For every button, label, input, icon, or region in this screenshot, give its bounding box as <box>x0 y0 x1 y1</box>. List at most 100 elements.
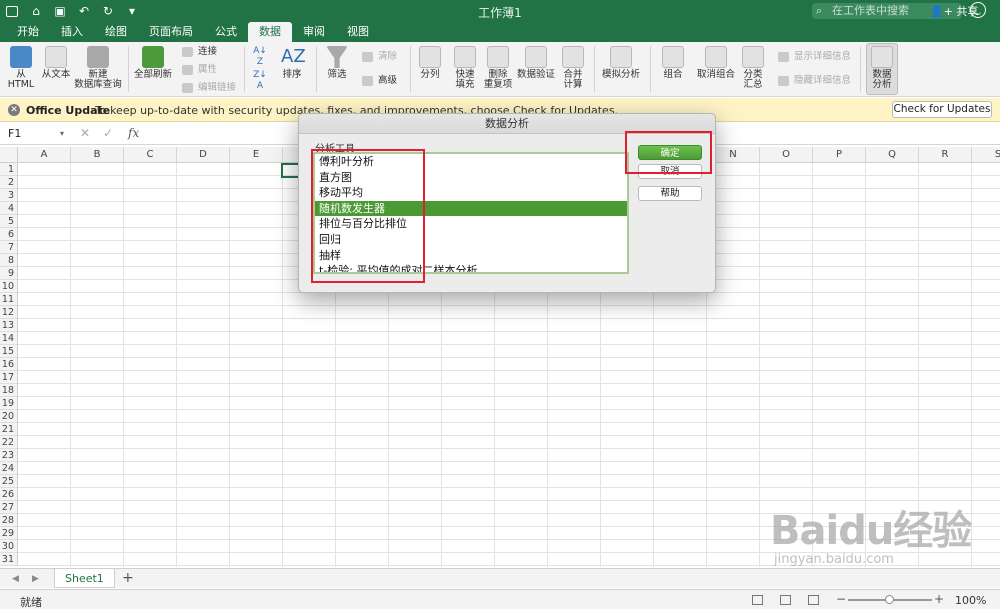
row-header[interactable]: 4 <box>0 202 17 215</box>
tab-insert[interactable]: 插入 <box>50 22 94 42</box>
filter-label: 筛选 <box>327 69 347 80</box>
row-header[interactable]: 10 <box>0 280 17 293</box>
confirm-check-icon[interactable]: ✓ <box>103 126 113 140</box>
tab-data[interactable]: 数据 <box>248 22 292 42</box>
help-button[interactable]: 帮助 <box>638 186 702 201</box>
what-if-analysis-button[interactable]: 模拟分析 <box>600 44 642 80</box>
row-header[interactable]: 2 <box>0 176 17 189</box>
zoom-in-icon[interactable]: + <box>934 592 944 606</box>
row-header[interactable]: 21 <box>0 423 17 436</box>
column-header[interactable]: P <box>813 147 866 163</box>
row-header[interactable]: 28 <box>0 514 17 527</box>
column-header[interactable]: R <box>919 147 972 163</box>
subtotal-button[interactable]: 分类 汇总 <box>740 44 766 90</box>
from-html-button[interactable]: 从 HTML <box>6 44 36 90</box>
row-header[interactable]: 16 <box>0 358 17 371</box>
sort-ascending-button[interactable]: A↓ Z <box>250 46 270 68</box>
sort-button[interactable]: AZ 排序 <box>278 44 306 80</box>
show-detail-button[interactable]: 显示详细信息 <box>778 50 851 64</box>
column-header[interactable]: B <box>71 147 124 163</box>
page-layout-view-icon[interactable] <box>780 595 791 605</box>
row-header[interactable]: 27 <box>0 501 17 514</box>
tab-home[interactable]: 开始 <box>6 22 50 42</box>
name-box[interactable]: F1 ▾ <box>4 126 64 142</box>
row-header[interactable]: 1 <box>0 163 17 176</box>
sheet-tab-sheet1[interactable]: Sheet1 <box>54 569 115 588</box>
watermark: Baidu经验 jingyan.baidu.com <box>770 498 972 567</box>
row-header[interactable]: 31 <box>0 553 17 566</box>
row-header[interactable]: 15 <box>0 345 17 358</box>
row-header[interactable]: 30 <box>0 540 17 553</box>
row-header[interactable]: 25 <box>0 475 17 488</box>
tab-draw[interactable]: 绘图 <box>94 22 138 42</box>
filter-button[interactable]: 筛选 <box>322 44 352 80</box>
row-header[interactable]: 7 <box>0 241 17 254</box>
add-sheet-button[interactable]: + <box>122 570 134 586</box>
zoom-slider-handle[interactable] <box>885 595 894 604</box>
row-header[interactable]: 19 <box>0 397 17 410</box>
row-header[interactable]: 24 <box>0 462 17 475</box>
row-header[interactable]: 14 <box>0 332 17 345</box>
insert-function-icon[interactable]: fx <box>128 126 139 140</box>
page-break-view-icon[interactable] <box>808 595 819 605</box>
refresh-all-button[interactable]: 全部刷新 <box>132 44 174 80</box>
tab-review[interactable]: 审阅 <box>292 22 336 42</box>
sort-descending-button[interactable]: Z↓ A <box>250 70 270 92</box>
data-analysis-button[interactable]: 数据 分析 <box>866 43 898 95</box>
data-validation-button[interactable]: 数据验证 <box>516 44 556 80</box>
column-header[interactable]: C <box>124 147 177 163</box>
column-header[interactable]: S <box>972 147 1000 163</box>
advanced-filter-button[interactable]: 高级 <box>362 74 397 88</box>
row-header[interactable]: 6 <box>0 228 17 241</box>
clear-filter-button[interactable]: 清除 <box>362 50 397 64</box>
column-header[interactable]: Q <box>866 147 919 163</box>
consolidate-button[interactable]: 合并 计算 <box>560 44 586 90</box>
row-header[interactable]: 18 <box>0 384 17 397</box>
row-header[interactable]: 20 <box>0 410 17 423</box>
row-header[interactable]: 29 <box>0 527 17 540</box>
column-header[interactable]: D <box>177 147 230 163</box>
row-header[interactable]: 13 <box>0 319 17 332</box>
normal-view-icon[interactable] <box>752 595 763 605</box>
ungroup-button[interactable]: 取消组合 <box>694 44 738 80</box>
zoom-level[interactable]: 100% <box>955 594 986 607</box>
row-header[interactable]: 8 <box>0 254 17 267</box>
hide-detail-button[interactable]: 隐藏详细信息 <box>778 74 851 88</box>
new-database-query-button[interactable]: 新建 数据库查询 <box>74 44 122 90</box>
edit-links-button[interactable]: 编辑链接 <box>182 81 236 95</box>
check-for-updates-button[interactable]: Check for Updates <box>892 101 992 118</box>
remove-duplicates-button[interactable]: 删除 重复项 <box>482 44 514 90</box>
tab-page-layout[interactable]: 页面布局 <box>138 22 204 42</box>
next-sheet-icon[interactable]: ▶ <box>32 574 39 584</box>
text-to-columns-button[interactable]: 分列 <box>416 44 444 80</box>
previous-sheet-icon[interactable]: ◀ <box>12 574 19 584</box>
group-button[interactable]: 组合 <box>658 44 688 80</box>
cancel-x-icon[interactable]: ✕ <box>80 126 90 140</box>
column-header[interactable]: O <box>760 147 813 163</box>
tab-formulas[interactable]: 公式 <box>204 22 248 42</box>
globe-icon <box>10 46 32 68</box>
row-header[interactable]: 3 <box>0 189 17 202</box>
row-header[interactable]: 5 <box>0 215 17 228</box>
row-header[interactable]: 12 <box>0 306 17 319</box>
row-header[interactable]: 9 <box>0 267 17 280</box>
select-all-corner[interactable] <box>0 147 18 163</box>
column-header[interactable]: A <box>18 147 71 163</box>
connections-button[interactable]: 连接 <box>182 45 217 59</box>
chevron-down-icon[interactable]: ▾ <box>60 126 64 142</box>
from-text-button[interactable]: 从文本 <box>38 44 74 80</box>
row-header[interactable]: 23 <box>0 449 17 462</box>
zoom-out-icon[interactable]: − <box>836 592 846 606</box>
column-header[interactable]: E <box>230 147 283 163</box>
close-icon[interactable]: ✕ <box>8 104 20 116</box>
row-header[interactable]: 26 <box>0 488 17 501</box>
tab-view[interactable]: 视图 <box>336 22 380 42</box>
properties-button[interactable]: 属性 <box>182 63 217 77</box>
search-placeholder: 在工作表中搜索 <box>832 4 909 17</box>
feedback-smiley-icon[interactable] <box>970 2 986 18</box>
flash-fill-button[interactable]: 快速 填充 <box>450 44 480 90</box>
remove-duplicates-icon <box>487 46 509 68</box>
row-header[interactable]: 11 <box>0 293 17 306</box>
row-header[interactable]: 22 <box>0 436 17 449</box>
row-header[interactable]: 17 <box>0 371 17 384</box>
